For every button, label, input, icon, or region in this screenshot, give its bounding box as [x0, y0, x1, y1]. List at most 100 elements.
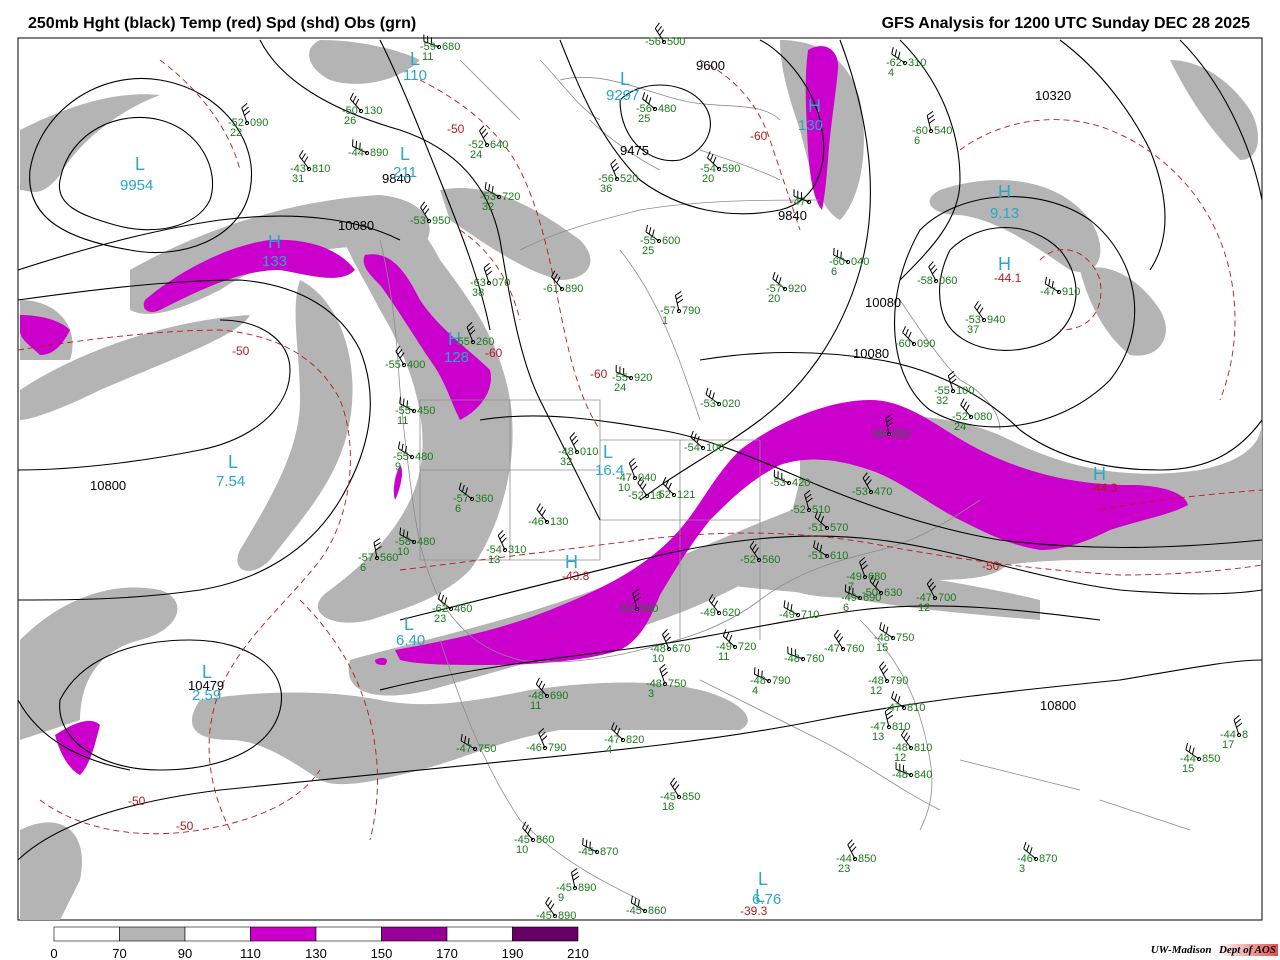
svg-text:750: 750	[478, 743, 496, 755]
svg-text:-51: -51	[808, 550, 824, 562]
svg-text:L: L	[755, 886, 765, 906]
temp-label: -60	[485, 346, 503, 360]
wind-barb-flag	[399, 396, 401, 404]
svg-text:11: 11	[422, 51, 433, 63]
height-label: 9600	[696, 58, 725, 73]
scale-label: 130	[305, 946, 327, 960]
svg-text:750: 750	[668, 678, 686, 690]
svg-text:690: 690	[550, 690, 568, 702]
svg-text:-44.3: -44.3	[1090, 481, 1118, 495]
svg-text:4: 4	[606, 744, 612, 756]
svg-text:-55: -55	[870, 428, 886, 440]
height-label: 10080	[853, 346, 889, 361]
svg-text:-45: -45	[536, 910, 552, 922]
svg-text:L: L	[603, 442, 613, 462]
svg-text:100: 100	[706, 442, 724, 454]
svg-text:-47: -47	[824, 643, 840, 655]
svg-text:-52: -52	[740, 554, 756, 566]
svg-text:11: 11	[530, 700, 541, 712]
svg-text:090: 090	[250, 117, 268, 129]
svg-text:-55: -55	[454, 336, 470, 348]
svg-text:940: 940	[987, 314, 1005, 326]
svg-text:360: 360	[475, 493, 493, 505]
svg-text:-61: -61	[543, 283, 559, 295]
svg-text:8: 8	[1242, 729, 1248, 741]
scale-swatch	[381, 926, 448, 942]
svg-text:133: 133	[262, 253, 287, 270]
svg-text:L: L	[400, 144, 410, 164]
weather-map: 10080 10800 9840 9600 9475 10320 10080 1…	[17, 22, 1263, 960]
svg-text:810: 810	[914, 742, 932, 754]
svg-text:680: 680	[442, 41, 460, 53]
height-label: 10800	[90, 478, 126, 493]
svg-text:-44.1: -44.1	[994, 271, 1022, 285]
svg-text:6: 6	[831, 266, 837, 278]
wind-barb-flag	[657, 25, 662, 33]
svg-text:24: 24	[614, 382, 626, 394]
scale-swatch	[250, 926, 317, 942]
svg-text:4: 4	[752, 685, 758, 697]
svg-text:-53: -53	[410, 215, 426, 227]
svg-text:-53: -53	[852, 486, 868, 498]
svg-text:810: 810	[312, 163, 330, 175]
svg-text:-52: -52	[790, 504, 806, 516]
svg-text:37: 37	[967, 324, 979, 336]
svg-text:-52: -52	[628, 490, 644, 502]
svg-text:12: 12	[918, 602, 930, 614]
svg-text:20: 20	[768, 293, 780, 305]
svg-text:920: 920	[788, 283, 806, 295]
height-label: 10800	[1040, 698, 1076, 713]
svg-text:25: 25	[638, 113, 650, 125]
svg-text:24: 24	[954, 421, 966, 433]
svg-text:25: 25	[642, 245, 654, 257]
svg-text:-47: -47	[885, 702, 901, 714]
svg-text:211: 211	[393, 164, 417, 181]
svg-text:9: 9	[395, 461, 401, 473]
svg-text:4: 4	[888, 67, 894, 79]
svg-text:260: 260	[476, 336, 494, 348]
svg-text:320: 320	[892, 428, 910, 440]
svg-text:480: 480	[417, 536, 435, 548]
svg-text:15: 15	[876, 642, 888, 654]
svg-text:38: 38	[472, 287, 484, 299]
svg-text:-45: -45	[578, 846, 594, 858]
svg-text:540: 540	[934, 125, 952, 137]
svg-text:6: 6	[360, 562, 366, 574]
svg-text:700: 700	[938, 592, 956, 604]
svg-text:850: 850	[682, 791, 700, 803]
height-label: 10080	[865, 295, 901, 310]
temp-label: -60	[750, 129, 768, 143]
credit-dept: Dept of AOS	[1216, 944, 1278, 956]
svg-text:9297: 9297	[606, 87, 639, 104]
svg-text:L: L	[135, 154, 145, 174]
svg-text:060: 060	[939, 275, 957, 287]
scale-swatch	[315, 926, 382, 942]
svg-text:2.59: 2.59	[192, 687, 221, 704]
svg-text:-43.8: -43.8	[562, 569, 590, 583]
scale-label: 170	[436, 946, 458, 960]
svg-text:400: 400	[407, 359, 425, 371]
svg-text:080: 080	[974, 411, 992, 423]
temp-label: -60	[590, 367, 608, 381]
svg-text:128: 128	[444, 349, 469, 366]
svg-text:3: 3	[1019, 863, 1025, 875]
svg-text:630: 630	[884, 587, 902, 599]
svg-text:L: L	[202, 662, 212, 682]
svg-text:500: 500	[667, 36, 685, 48]
svg-text:460: 460	[454, 603, 472, 615]
credit-label: UW-Madison Dept of AOS	[1151, 944, 1278, 956]
svg-text:470: 470	[874, 486, 892, 498]
svg-text:600: 600	[662, 235, 680, 247]
temp-label: -50	[232, 344, 250, 358]
svg-text:17: 17	[1222, 739, 1234, 751]
svg-text:820: 820	[626, 734, 644, 746]
svg-text:36: 36	[600, 183, 612, 195]
svg-text:-48: -48	[892, 769, 908, 781]
svg-text:870: 870	[600, 846, 618, 858]
svg-text:130: 130	[798, 117, 823, 134]
svg-text:560: 560	[762, 554, 780, 566]
svg-text:790: 790	[890, 675, 908, 687]
svg-text:32: 32	[482, 201, 494, 213]
svg-text:950: 950	[432, 215, 450, 227]
svg-text:6: 6	[843, 602, 849, 614]
